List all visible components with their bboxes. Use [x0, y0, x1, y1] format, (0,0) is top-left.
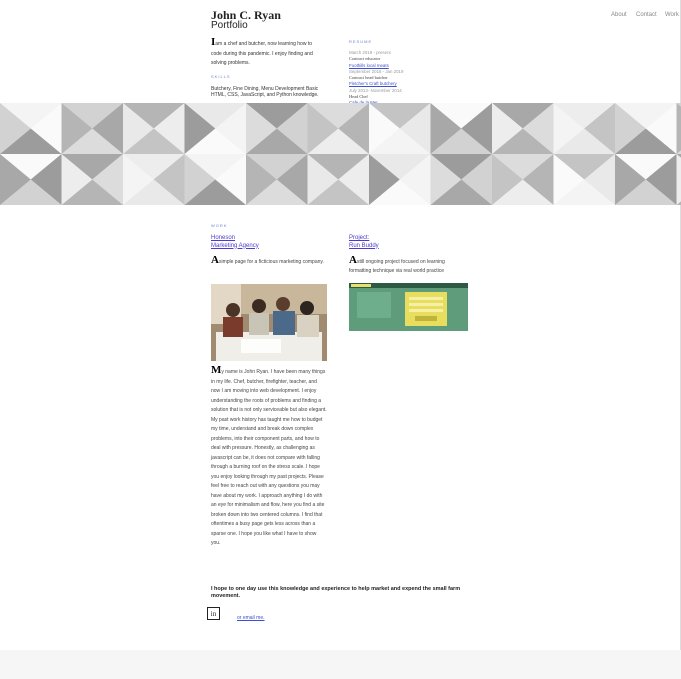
nav-about-link[interactable]: About	[611, 12, 627, 18]
bio-text: y name is John Ryan. I have been many th…	[211, 369, 327, 546]
linkedin-icon[interactable]: in	[207, 607, 220, 620]
skills-heading: SKILLS	[211, 74, 231, 79]
closing-statement: I hope to one day use this knowledge and…	[211, 586, 461, 599]
intro-paragraph: Iam a chef and butcher, now learning how…	[211, 37, 323, 69]
skills-text: Butchery, Fine Dining, Menu Development …	[211, 86, 319, 98]
site-subtitle: Portfolio	[211, 20, 248, 31]
team-meeting-photo	[211, 284, 327, 361]
work-left-description: Asimple page for a ficticious marketing …	[211, 254, 327, 267]
work-right-line1[interactable]: Project:	[349, 235, 379, 243]
email-link[interactable]: or email me.	[237, 615, 265, 621]
banner-triangle	[676, 103, 681, 154]
work-right-desc-text: still ongoing project focused on learnin…	[349, 259, 445, 274]
nav-contact-link[interactable]: Contact	[636, 12, 657, 18]
bio-paragraph: My name is John Ryan. I have been many t…	[211, 364, 327, 549]
work-right-description: Astill ongoing project focused on learni…	[349, 254, 465, 276]
work-left-drop-cap: A	[211, 254, 219, 266]
work-right-title[interactable]: Project: Run Buddy	[349, 235, 379, 250]
banner-triangle	[676, 154, 681, 205]
footer-bar	[0, 650, 681, 679]
work-heading: WORK	[211, 223, 228, 228]
intro-text: am a chef and butcher, now learning how …	[211, 41, 313, 66]
work-left-title[interactable]: Honeson Marketing Agency	[211, 235, 259, 250]
bio-drop-cap: M	[211, 364, 222, 376]
geometric-banner	[0, 103, 681, 205]
work-right-drop-cap: A	[349, 254, 357, 266]
work-right-line2[interactable]: Run Buddy	[349, 243, 379, 251]
banner-pattern	[0, 103, 681, 205]
resume-heading: RESUME	[349, 39, 373, 44]
work-left-desc-text: simple page for a ficticious marketing c…	[218, 259, 324, 265]
resume-list: March 2019 - present Contract educator F…	[349, 50, 429, 107]
nav-work-link[interactable]: Work	[665, 12, 679, 18]
work-left-line1[interactable]: Honeson	[211, 235, 259, 243]
work-left-line2[interactable]: Marketing Agency	[211, 243, 259, 251]
run-buddy-screenshot	[349, 283, 468, 331]
